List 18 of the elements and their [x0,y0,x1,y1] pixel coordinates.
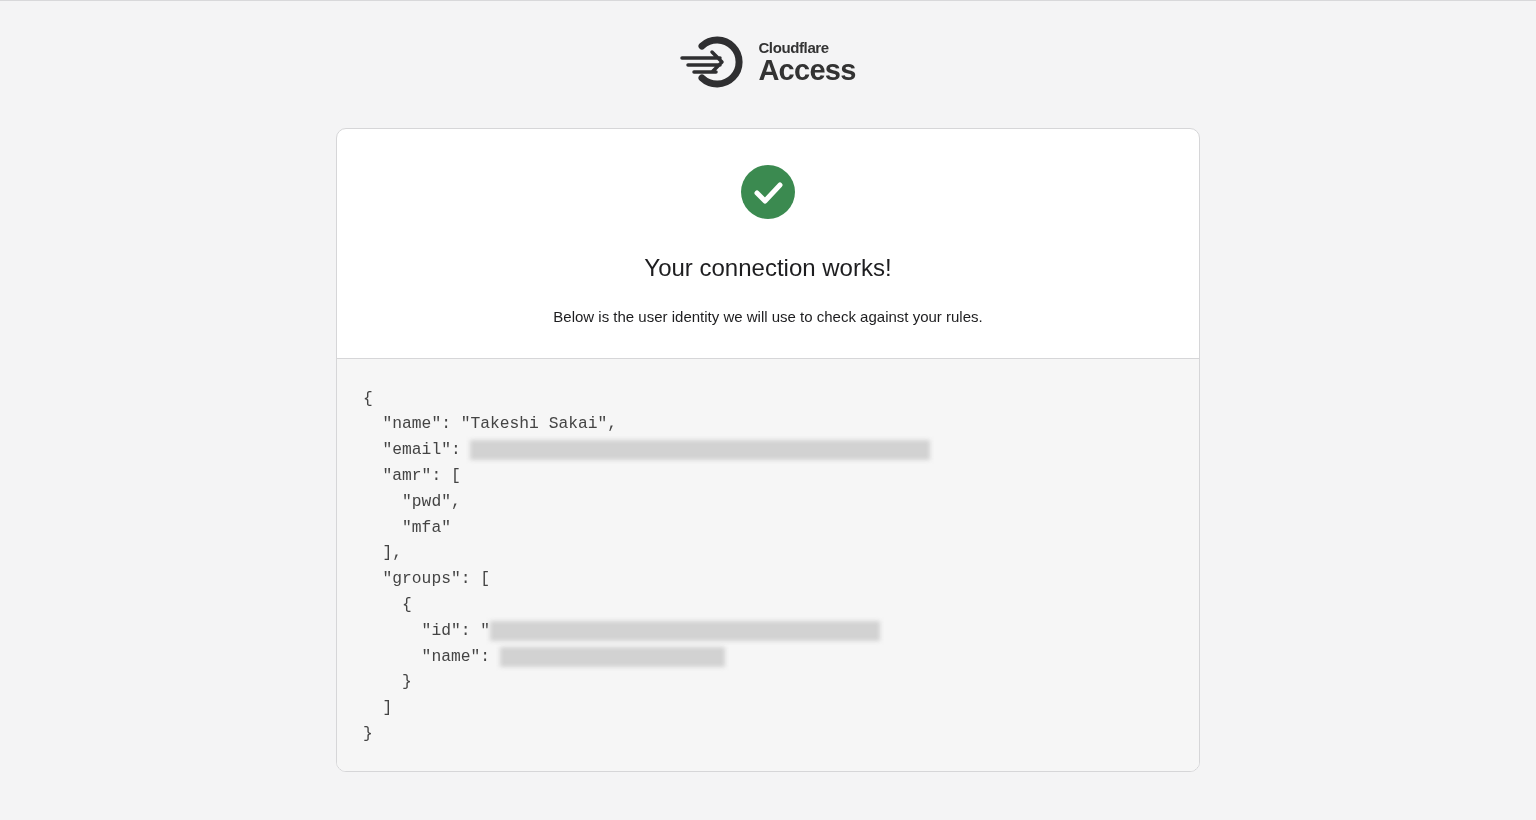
code-line: "name": [420,645,491,668]
code-line: "name": "Takeshi Sakai", [381,413,618,436]
product-name: Access [758,55,856,85]
code-line: "pwd", [401,490,461,513]
code-line: "amr": [ [381,465,461,488]
code-line: "mfa" [401,516,451,539]
code-line: { [363,387,373,410]
code-line: ], [381,542,403,565]
code-line: } [363,723,373,746]
code-line: "id": " [420,619,490,642]
brand-name: Cloudflare [758,39,830,55]
code-line: ] [381,697,393,720]
status-subtitle: Below is the user identity we will use to check against your rules. [553,307,983,327]
code-line: { [401,594,412,617]
code-line: } [401,671,412,694]
code-line: "groups": [ [381,568,490,591]
status-title: Your connection works! [644,253,892,283]
code-line: "email": [381,439,462,462]
